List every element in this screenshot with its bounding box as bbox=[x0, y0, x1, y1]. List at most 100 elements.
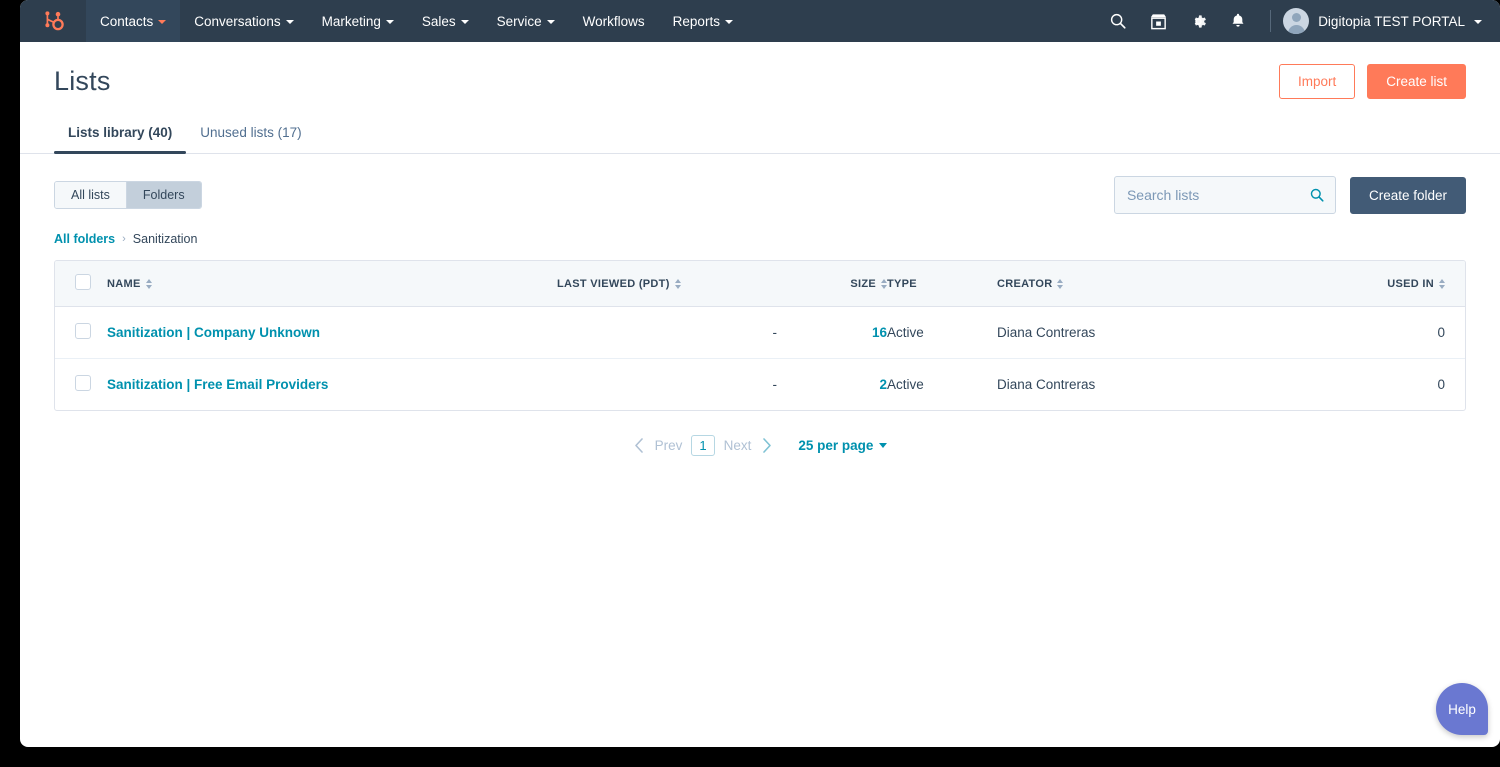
next-chevron-icon[interactable] bbox=[760, 437, 773, 454]
nav-item-reports[interactable]: Reports bbox=[659, 0, 747, 42]
search-input[interactable] bbox=[1115, 177, 1335, 213]
chevron-down-icon bbox=[461, 20, 469, 24]
row-name-cell: Sanitization | Free Email Providers bbox=[107, 359, 557, 411]
column-last-viewed[interactable]: LAST VIEWED (PDT) bbox=[557, 261, 777, 307]
hubspot-logo[interactable] bbox=[20, 0, 86, 42]
page-title: Lists bbox=[54, 66, 111, 97]
chevron-down-icon bbox=[1474, 20, 1482, 24]
account-menu[interactable]: Digitopia TEST PORTAL bbox=[1283, 8, 1482, 34]
toggle-folders[interactable]: Folders bbox=[126, 182, 201, 208]
row-last-viewed: - bbox=[557, 359, 777, 411]
breadcrumb-separator-icon: › bbox=[122, 233, 126, 245]
row-used-in: 0 bbox=[1277, 359, 1465, 411]
nav-item-label: Conversations bbox=[194, 14, 280, 29]
settings-gear-icon bbox=[1189, 12, 1208, 31]
column-label: NAME bbox=[107, 278, 141, 290]
next-page-button[interactable]: Next bbox=[724, 438, 752, 453]
avatar bbox=[1283, 8, 1309, 34]
marketplace-button[interactable] bbox=[1138, 0, 1178, 42]
title-row: Lists Import Create list bbox=[54, 42, 1466, 99]
controls-row: All lists Folders Create folder bbox=[54, 176, 1466, 214]
table-row[interactable]: Sanitization | Company Unknown - 16 Acti… bbox=[55, 307, 1465, 359]
settings-button[interactable] bbox=[1178, 0, 1218, 42]
nav-item-label: Contacts bbox=[100, 14, 153, 29]
global-search-button[interactable] bbox=[1098, 0, 1138, 42]
row-checkbox[interactable] bbox=[75, 323, 91, 339]
column-label: USED IN bbox=[1387, 278, 1434, 290]
account-name: Digitopia TEST PORTAL bbox=[1318, 14, 1465, 29]
row-type: Active bbox=[887, 359, 997, 411]
column-name[interactable]: NAME bbox=[107, 261, 557, 307]
marketplace-icon bbox=[1149, 12, 1168, 31]
column-label: SIZE bbox=[850, 278, 876, 290]
pagination: Prev 1 Next 25 per page bbox=[54, 435, 1466, 456]
row-select-cell bbox=[55, 307, 107, 359]
nav-item-contacts[interactable]: Contacts bbox=[86, 0, 180, 42]
sort-icon[interactable] bbox=[146, 279, 152, 289]
breadcrumb-current: Sanitization bbox=[133, 232, 198, 246]
column-label: TYPE bbox=[887, 278, 917, 290]
notifications-button[interactable] bbox=[1218, 0, 1258, 42]
select-all-checkbox[interactable] bbox=[75, 274, 91, 290]
app-window: Contacts Conversations Marketing Sales S… bbox=[20, 0, 1500, 747]
main-menu: Contacts Conversations Marketing Sales S… bbox=[86, 0, 747, 42]
chevron-down-icon bbox=[286, 20, 294, 24]
prev-page-button[interactable]: Prev bbox=[655, 438, 683, 453]
column-creator[interactable]: CREATOR bbox=[997, 261, 1277, 307]
column-label: LAST VIEWED (PDT) bbox=[557, 278, 670, 290]
chevron-down-icon bbox=[725, 20, 733, 24]
page-number-1[interactable]: 1 bbox=[691, 435, 714, 456]
list-name-link[interactable]: Sanitization | Free Email Providers bbox=[107, 377, 328, 392]
sort-icon[interactable] bbox=[675, 279, 681, 289]
breadcrumb-all-folders[interactable]: All folders bbox=[54, 232, 115, 246]
nav-item-label: Marketing bbox=[322, 14, 381, 29]
nav-item-service[interactable]: Service bbox=[483, 0, 569, 42]
import-button[interactable]: Import bbox=[1279, 64, 1355, 99]
create-list-button[interactable]: Create list bbox=[1367, 64, 1466, 99]
sort-icon[interactable] bbox=[1439, 279, 1445, 289]
search-area: Create folder bbox=[1114, 176, 1466, 214]
search-box bbox=[1114, 176, 1336, 214]
nav-item-conversations[interactable]: Conversations bbox=[180, 0, 307, 42]
nav-item-sales[interactable]: Sales bbox=[408, 0, 483, 42]
row-size-cell: 2 bbox=[777, 359, 887, 411]
tab-unused-lists[interactable]: Unused lists (17) bbox=[186, 115, 315, 153]
help-button[interactable]: Help bbox=[1436, 683, 1488, 735]
table-row[interactable]: Sanitization | Free Email Providers - 2 … bbox=[55, 359, 1465, 411]
global-navigation-bar: Contacts Conversations Marketing Sales S… bbox=[20, 0, 1500, 42]
nav-item-label: Reports bbox=[673, 14, 720, 29]
page-header: Lists Import Create list Lists library (… bbox=[20, 42, 1500, 154]
breadcrumb: All folders › Sanitization bbox=[54, 232, 1466, 246]
nav-divider bbox=[1270, 10, 1271, 32]
lists-table: NAME LAST VIEWED (PDT) bbox=[54, 260, 1466, 411]
nav-utility-area: Digitopia TEST PORTAL bbox=[1098, 0, 1500, 42]
create-folder-button[interactable]: Create folder bbox=[1350, 177, 1466, 214]
list-size-link[interactable]: 2 bbox=[879, 377, 887, 392]
list-name-link[interactable]: Sanitization | Company Unknown bbox=[107, 325, 320, 340]
list-size-link[interactable]: 16 bbox=[872, 325, 887, 340]
header-actions: Import Create list bbox=[1279, 64, 1466, 99]
hubspot-sprocket-icon bbox=[41, 9, 65, 33]
nav-item-label: Sales bbox=[422, 14, 456, 29]
per-page-selector[interactable]: 25 per page bbox=[798, 438, 887, 453]
search-icon bbox=[1109, 12, 1127, 30]
table-header-row: NAME LAST VIEWED (PDT) bbox=[55, 261, 1465, 307]
tab-lists-library[interactable]: Lists library (40) bbox=[54, 115, 186, 153]
row-name-cell: Sanitization | Company Unknown bbox=[107, 307, 557, 359]
column-size[interactable]: SIZE bbox=[777, 261, 887, 307]
row-used-in: 0 bbox=[1277, 307, 1465, 359]
nav-item-marketing[interactable]: Marketing bbox=[308, 0, 408, 42]
search-icon[interactable] bbox=[1309, 187, 1325, 203]
nav-item-workflows[interactable]: Workflows bbox=[569, 0, 659, 42]
column-used-in[interactable]: USED IN bbox=[1277, 261, 1465, 307]
sort-icon[interactable] bbox=[1057, 279, 1063, 289]
prev-chevron-icon[interactable] bbox=[633, 437, 646, 454]
per-page-label: 25 per page bbox=[798, 438, 873, 453]
chevron-down-icon bbox=[386, 20, 394, 24]
column-select-all bbox=[55, 261, 107, 307]
nav-item-label: Workflows bbox=[583, 14, 645, 29]
avatar-head bbox=[1292, 13, 1301, 22]
column-type: TYPE bbox=[887, 261, 997, 307]
row-checkbox[interactable] bbox=[75, 375, 91, 391]
toggle-all-lists[interactable]: All lists bbox=[55, 182, 126, 208]
